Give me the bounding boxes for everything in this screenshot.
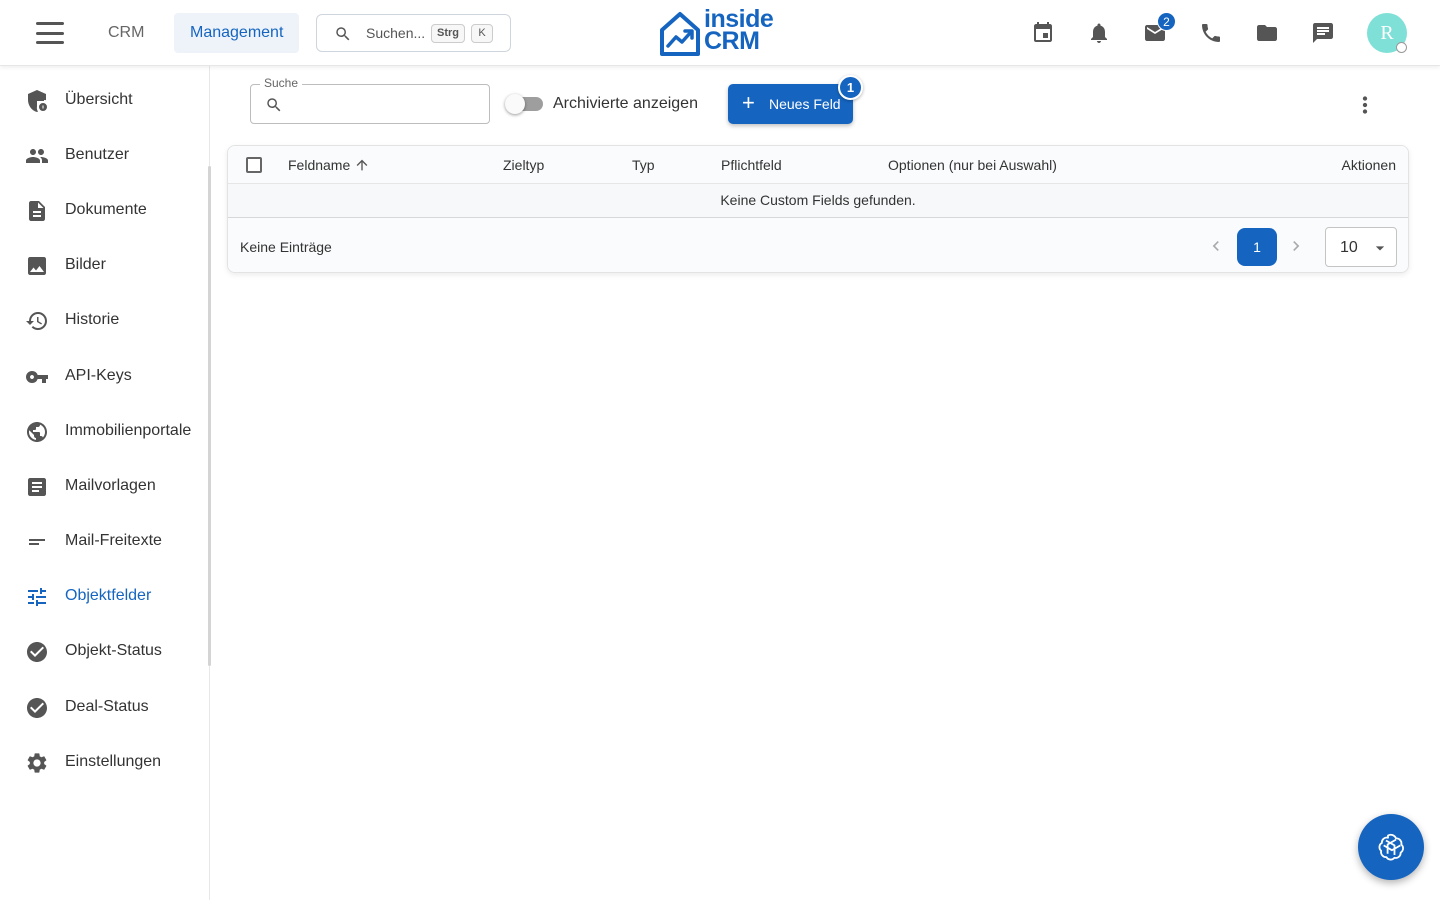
tune-icon — [25, 585, 49, 609]
sidebar-item-label: Übersicht — [65, 91, 133, 108]
sidebar-item-label: Objektfelder — [65, 587, 152, 604]
chevron-right-icon[interactable] — [1286, 236, 1306, 256]
entries-count: Keine Einträge — [240, 239, 332, 255]
search-icon — [336, 27, 350, 41]
chat-icon[interactable] — [1311, 21, 1335, 45]
global-search[interactable]: Suchen... Strg K — [316, 14, 511, 52]
sidebar-item-api-keys[interactable]: API-Keys — [0, 355, 209, 399]
chevron-left-icon[interactable] — [1206, 236, 1226, 256]
plus-icon: + — [742, 90, 755, 115]
sidebar-item-label: Objekt-Status — [65, 642, 162, 659]
top-bar: CRM Management Suchen... Strg K inside C… — [0, 0, 1440, 66]
menu-icon[interactable] — [36, 22, 64, 44]
sidebar-item-label: Mail-Freitexte — [65, 532, 162, 549]
search-icon — [267, 98, 281, 112]
sidebar-item-dokumente[interactable]: Dokumente — [0, 189, 209, 233]
folder-icon[interactable] — [1255, 21, 1279, 45]
sidebar-item-mailvorlagen[interactable]: Mailvorlagen — [0, 465, 209, 509]
house-chart-icon — [660, 12, 700, 56]
article-icon — [25, 475, 49, 499]
empty-table-message: Keine Custom Fields gefunden. — [228, 184, 1408, 218]
sidebar-item-label: Historie — [65, 311, 120, 328]
sidebar-item-label: API-Keys — [65, 367, 132, 384]
sidebar-item-objekt-status[interactable]: Objekt-Status — [0, 630, 209, 674]
column-header-aktionen: Aktionen — [1341, 157, 1396, 173]
sidebar-item-uebersicht[interactable]: Übersicht — [0, 79, 209, 123]
logo-line-crm: CRM — [704, 27, 760, 55]
check-circle-icon — [25, 696, 49, 720]
sidebar-item-einstellungen[interactable]: Einstellungen — [0, 741, 209, 785]
shield-icon — [25, 89, 49, 113]
check-circle-icon — [25, 640, 49, 664]
column-header-optionen[interactable]: Optionen (nur bei Auswahl) — [888, 157, 1057, 173]
caret-down-icon — [1370, 238, 1390, 258]
sidebar-item-label: Dokumente — [65, 201, 147, 218]
column-header-feldname[interactable]: Feldname — [288, 157, 350, 173]
tab-crm[interactable]: CRM — [92, 13, 160, 53]
sidebar-item-label: Mailvorlagen — [65, 477, 156, 494]
page-button-current[interactable]: 1 — [1237, 228, 1277, 266]
status-indicator-icon — [1396, 42, 1407, 53]
ai-assistant-button[interactable] — [1358, 814, 1424, 880]
sidebar-item-deal-status[interactable]: Deal-Status — [0, 686, 209, 730]
image-icon — [25, 254, 49, 278]
custom-fields-table: Feldname Zieltyp Typ Pflichtfeld Optione… — [227, 145, 1409, 273]
settings-icon — [25, 751, 49, 775]
sidebar-item-label: Einstellungen — [65, 753, 162, 770]
table-header: Feldname Zieltyp Typ Pflichtfeld Optione… — [228, 146, 1408, 184]
new-field-button[interactable]: + Neues Feld — [728, 84, 853, 124]
short-text-icon — [25, 530, 49, 554]
new-field-button-label: Neues Feld — [769, 96, 841, 112]
phone-icon[interactable] — [1199, 21, 1223, 45]
sidebar: Übersicht Benutzer Dokumente Bilder Hist… — [0, 66, 210, 900]
global-search-placeholder: Suchen... — [366, 25, 426, 41]
sidebar-item-bilder[interactable]: Bilder — [0, 244, 209, 288]
sidebar-item-label: Deal-Status — [65, 698, 149, 715]
mail-badge: 2 — [1157, 12, 1176, 31]
sidebar-item-benutzer[interactable]: Benutzer — [0, 134, 209, 178]
document-icon — [25, 199, 49, 223]
field-search-legend: Suche — [260, 76, 303, 90]
table-footer: Keine Einträge 1 10 — [228, 218, 1408, 272]
sidebar-item-historie[interactable]: Historie — [0, 299, 209, 343]
tab-management[interactable]: Management — [174, 13, 300, 53]
archived-toggle-label[interactable]: Archivierte anzeigen — [553, 95, 698, 113]
logo-text: inside CRM — [704, 7, 786, 55]
toggle-thumb — [505, 94, 525, 114]
sidebar-item-objektfelder[interactable]: Objektfelder — [0, 575, 209, 619]
column-header-zieltyp[interactable]: Zieltyp — [503, 157, 544, 173]
page-size-value: 10 — [1340, 239, 1358, 256]
ai-assistant-icon — [1378, 833, 1404, 861]
sidebar-item-label: Benutzer — [65, 146, 130, 163]
select-all-checkbox[interactable] — [246, 157, 262, 173]
app-logo[interactable]: inside CRM — [658, 7, 786, 58]
field-search-input[interactable]: Suche — [250, 76, 490, 124]
sort-arrow-up-icon[interactable] — [354, 157, 370, 173]
page-size-select[interactable]: 10 — [1325, 227, 1397, 267]
key-icon — [25, 365, 49, 389]
sidebar-item-label: Immobilienportale — [65, 422, 192, 439]
column-header-typ[interactable]: Typ — [632, 157, 655, 173]
sidebar-item-mail-freitexte[interactable]: Mail-Freitexte — [0, 520, 209, 564]
sidebar-item-label: Bilder — [65, 256, 106, 273]
bell-icon[interactable] — [1087, 21, 1111, 45]
shortcut-key-k: K — [471, 24, 493, 43]
sidebar-item-immobilienportale[interactable]: Immobilienportale — [0, 410, 209, 454]
more-vert-icon[interactable] — [1352, 92, 1378, 118]
users-icon — [25, 144, 49, 168]
column-header-pflichtfeld[interactable]: Pflichtfeld — [721, 157, 782, 173]
archived-toggle[interactable] — [505, 94, 543, 114]
calendar-icon[interactable] — [1031, 21, 1055, 45]
shortcut-key-strg: Strg — [431, 24, 465, 43]
sidebar-scrollbar[interactable] — [208, 166, 211, 666]
step-badge: 1 — [838, 75, 863, 100]
history-icon — [25, 309, 49, 333]
globe-icon — [25, 420, 49, 444]
